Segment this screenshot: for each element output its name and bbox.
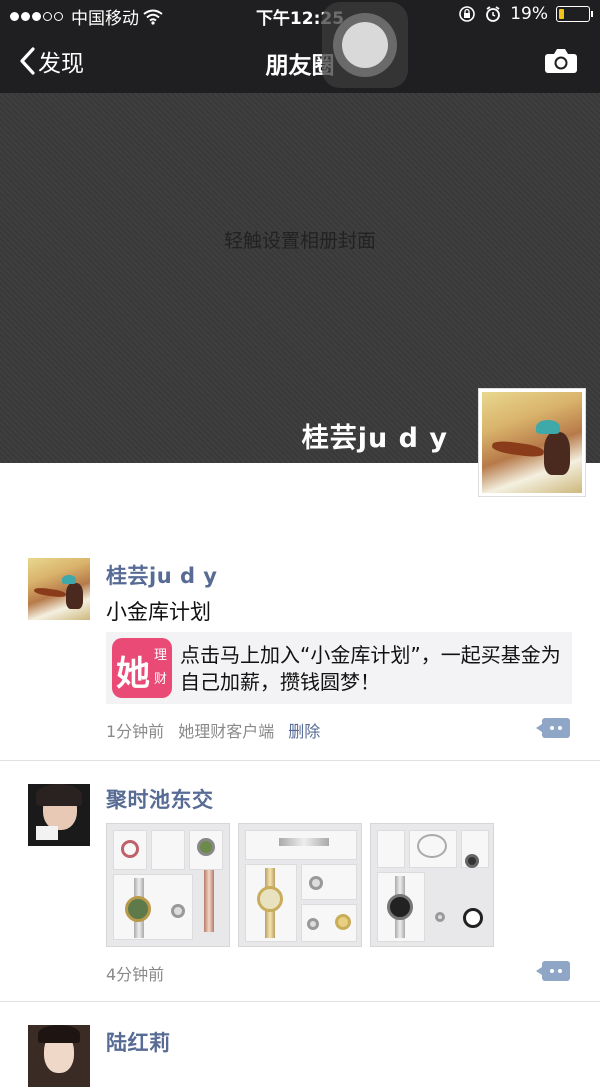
cover-user-name: 桂芸ju d y	[301, 423, 448, 454]
delete-button[interactable]: 删除	[288, 718, 320, 742]
status-right: 19%	[458, 4, 593, 24]
avatar-photo	[482, 392, 582, 493]
logo-small-2: 财	[153, 672, 167, 687]
post-time: 1分钟前	[106, 722, 165, 741]
comment-button[interactable]	[536, 961, 570, 981]
post-author-name[interactable]: 聚时池东交	[106, 784, 214, 814]
post-time: 4分钟前	[106, 965, 165, 984]
battery-fill	[559, 9, 564, 19]
shared-link-card[interactable]: 她 理 财 点击马上加入“小金库计划”，一起买基金为自己加薪，攒钱圆梦！	[106, 632, 572, 704]
assistive-touch-button[interactable]	[322, 2, 408, 88]
post-author-name[interactable]: 桂芸ju d y	[106, 560, 218, 590]
avatar[interactable]	[28, 1025, 90, 1087]
logo-char: 她	[116, 654, 150, 694]
navigation-bar: 发现 朋友圈	[0, 30, 600, 93]
page-title: 朋友圈	[265, 53, 335, 79]
post-meta: 1分钟前 她理财客户端 删除	[106, 718, 320, 742]
post-image[interactable]	[370, 823, 494, 947]
post-image[interactable]	[106, 823, 230, 947]
post-text: 小金库计划	[106, 600, 211, 624]
avatar[interactable]	[28, 558, 90, 620]
battery-percent: 19%	[510, 4, 548, 24]
battery-icon	[556, 6, 593, 22]
post-meta: 4分钟前	[106, 961, 164, 985]
post-image[interactable]	[238, 823, 362, 947]
feed-post: 桂芸ju d y 小金库计划 她 理 财 点击马上加入“小金库计划”，一起买基金…	[0, 540, 600, 761]
post-source[interactable]: 她理财客户端	[178, 718, 274, 742]
status-bar: 中国移动 下午12:25 19%	[0, 0, 600, 30]
shared-link-text: 点击马上加入“小金库计划”，一起买基金为自己加薪，攒钱圆梦！	[180, 643, 561, 694]
app-logo-icon: 她 理 财	[112, 638, 172, 698]
logo-small-1: 理	[153, 648, 167, 663]
cover-hint: 轻触设置相册封面	[223, 230, 376, 252]
avatar[interactable]	[28, 784, 90, 846]
camera-icon	[545, 49, 577, 73]
post-author-name[interactable]: 陆红莉	[106, 1027, 171, 1057]
post-images	[106, 823, 496, 947]
my-avatar[interactable]	[478, 388, 586, 497]
comment-button[interactable]	[536, 718, 570, 738]
camera-button[interactable]	[544, 48, 578, 78]
alarm-icon	[486, 6, 501, 22]
feed-post: 陆红莉	[0, 1003, 600, 1087]
feed-post: 聚时池东交 4分钟前	[0, 762, 600, 1002]
rotation-lock-icon	[459, 6, 476, 22]
